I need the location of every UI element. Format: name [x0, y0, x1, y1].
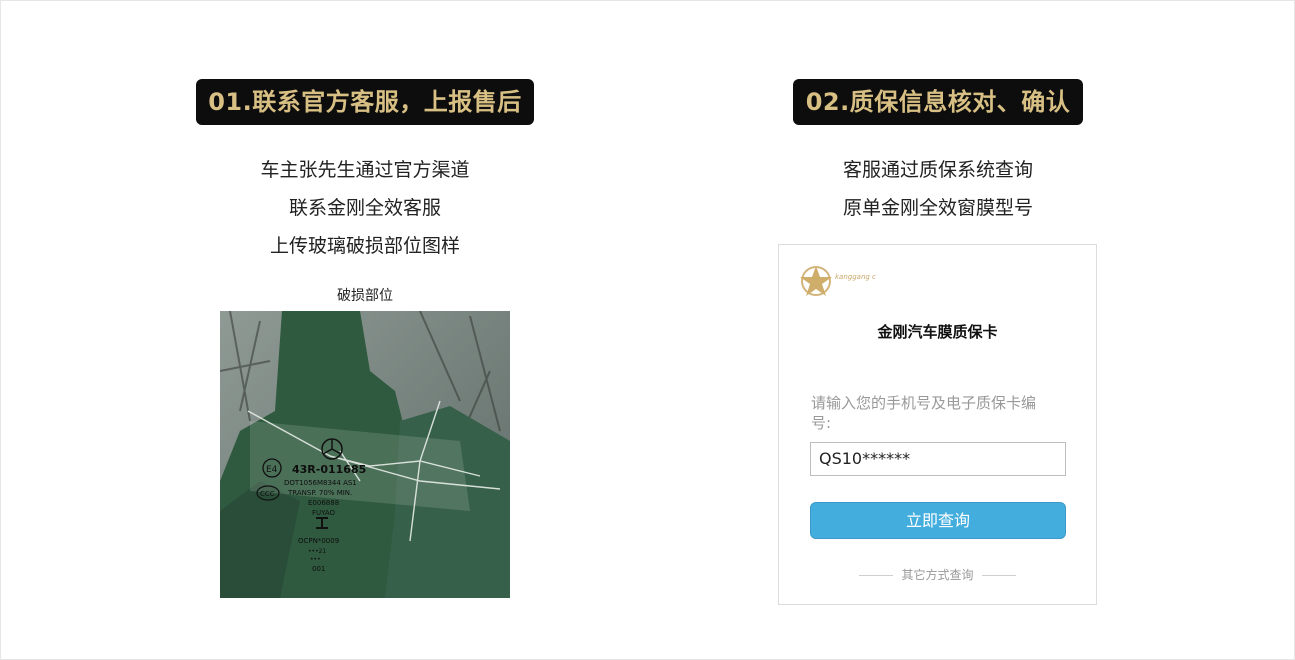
- step1-line-1: 车主张先生通过官方渠道: [260, 159, 470, 181]
- glass-mark-6: OCPN*0009: [298, 537, 339, 545]
- input-prompt: 请输入您的手机号及电子质保卡编号:: [811, 394, 1037, 432]
- glass-mark-8: •••: [310, 556, 321, 563]
- glass-mark-9: 001: [312, 565, 325, 573]
- glass-mark-5: FUYAO: [312, 509, 336, 517]
- warranty-card: kanggang c 金刚汽车膜质保卡 请输入您的手机号及电子质保卡编号: QS…: [778, 244, 1097, 605]
- svg-text:E4: E4: [266, 465, 278, 475]
- brand-logo-text: kanggang c: [835, 273, 876, 281]
- step2-line-1: 客服通过质保系统查询: [842, 159, 1033, 181]
- photo-caption: 破损部位: [337, 288, 393, 304]
- step1-line-3: 上传玻璃破损部位图样: [269, 235, 460, 257]
- divider-left: [859, 575, 894, 576]
- step2-badge: 02.质保信息核对、确认: [793, 79, 1083, 125]
- divider-right: [981, 575, 1016, 576]
- glass-mark-3: TRANSP. 70% MIN.: [287, 489, 352, 497]
- svg-text:CCC: CCC: [260, 490, 275, 498]
- damaged-glass-photo: 43R-011685 DOT1056M8344 AS1 TRANSP. 70% …: [220, 311, 510, 598]
- step2-line-2: 原单金刚全效窗膜型号: [842, 197, 1033, 219]
- glass-mark-1: 43R-011685: [292, 463, 366, 476]
- other-query-link[interactable]: 其它方式查询: [779, 566, 1096, 582]
- query-button[interactable]: 立即查询: [810, 502, 1066, 539]
- glass-mark-4: E006888: [308, 499, 339, 507]
- page-frame: [0, 0, 1295, 660]
- brand-logo-icon: [799, 263, 833, 299]
- glass-mark-7: •••21: [308, 548, 326, 555]
- phone-or-card-input[interactable]: QS10******: [810, 442, 1066, 476]
- step1-line-2: 联系金刚全效客服: [288, 197, 441, 219]
- other-query-label[interactable]: 其它方式查询: [901, 568, 973, 582]
- step1-badge: 01.联系官方客服，上报售后: [196, 79, 534, 125]
- glass-mark-2: DOT1056M8344 AS1: [284, 479, 357, 487]
- card-title: 金刚汽车膜质保卡: [877, 323, 998, 341]
